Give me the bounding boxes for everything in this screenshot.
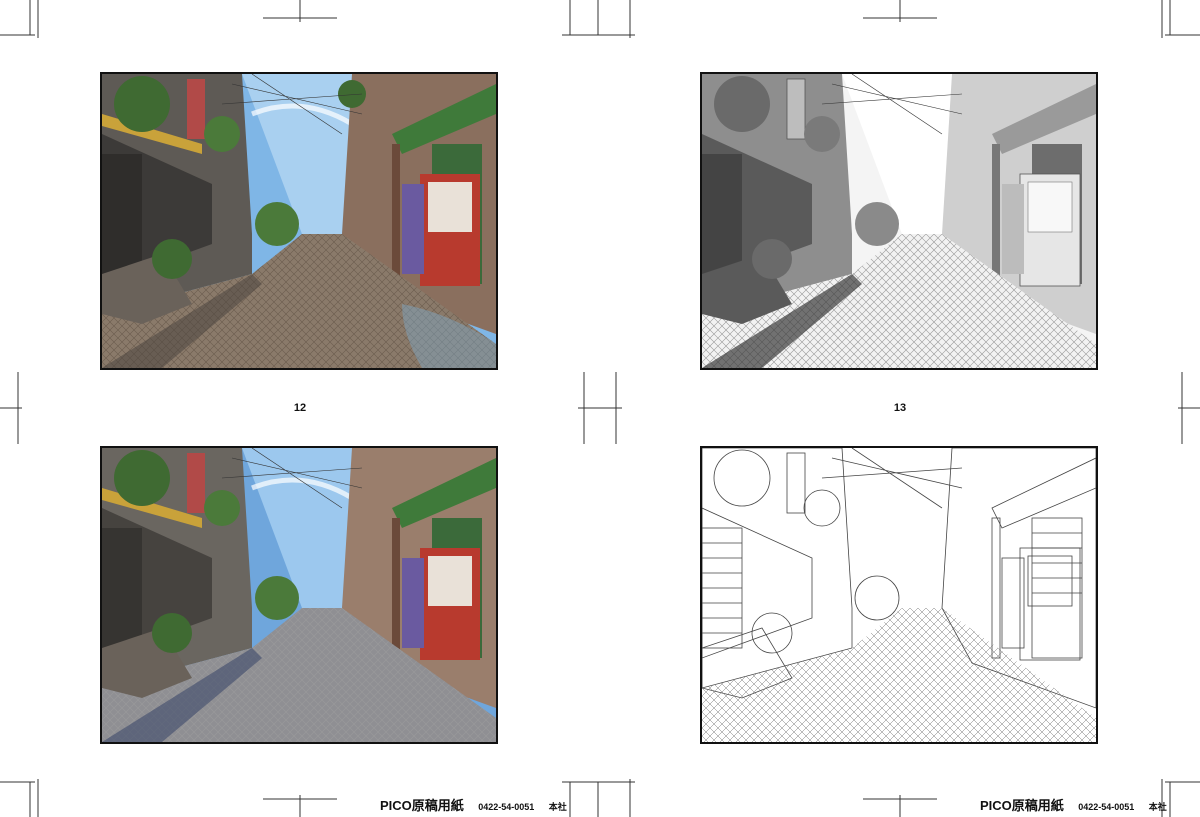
page-number-right: 13 [893, 402, 907, 414]
street-illustration-gray [702, 74, 1096, 368]
footer-brand: PICO原稿用紙 [380, 798, 464, 813]
panel-flat-color [100, 446, 498, 744]
street-illustration-flat-color [102, 448, 496, 742]
street-illustration-color [102, 74, 496, 368]
panel-shaded-pencil [700, 72, 1098, 370]
panel-final-color [100, 72, 498, 370]
footer-left: PICO原稿用紙 0422-54-0051 本社 [380, 795, 567, 815]
footer-office: 本社 [548, 802, 567, 812]
footer-right: PICO原稿用紙 0422-54-0051 本社 [980, 795, 1167, 815]
panel-line-art [700, 446, 1098, 744]
street-illustration-line-art [702, 448, 1096, 742]
footer-phone: 0422-54-0051 [478, 802, 535, 812]
footer-brand: PICO原稿用紙 [980, 798, 1064, 813]
footer-phone: 0422-54-0051 [1078, 802, 1135, 812]
page-number-left: 12 [293, 402, 307, 414]
footer-office: 本社 [1148, 802, 1167, 812]
